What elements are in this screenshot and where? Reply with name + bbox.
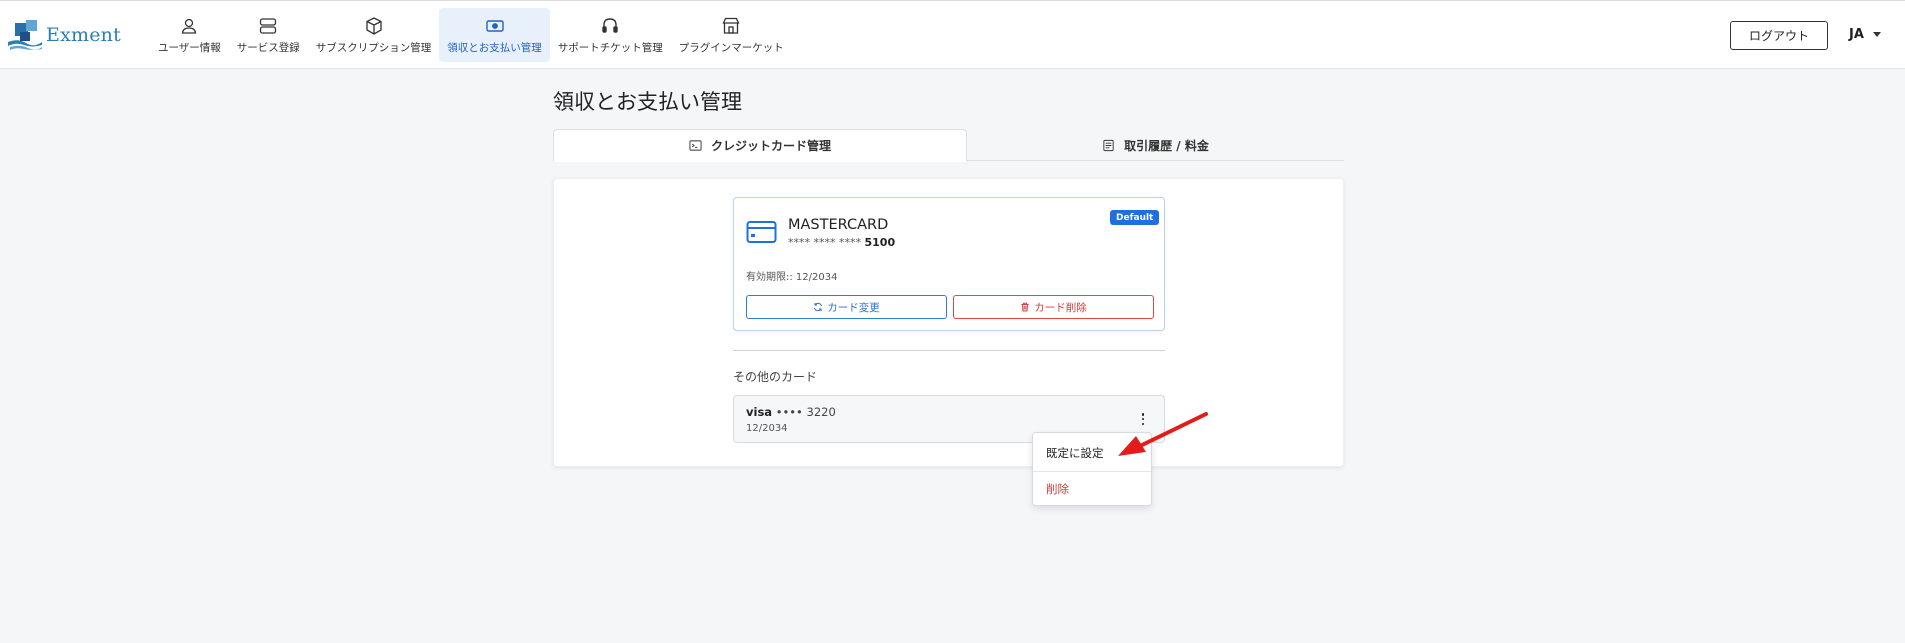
server-icon [260,17,277,34]
exment-logo-icon [8,20,42,50]
receipt-icon [1103,139,1114,151]
trash-icon [1021,302,1029,312]
change-card-button[interactable]: カード変更 [746,295,947,319]
other-card-masked: •••• [775,405,803,419]
nav-item-label: プラグインマーケット [678,41,784,54]
box-icon [365,16,382,35]
money-icon [485,19,504,32]
other-cards-title: その他のカード [733,370,818,384]
billing-tabs: クレジットカード管理 取引履歴 / 料金 [553,129,1344,162]
headset-icon [602,17,618,33]
nav-item-subscription[interactable]: サブスクリプション管理 [308,8,440,62]
section-divider [733,350,1165,351]
nav-item-plugin-market[interactable]: プラグインマーケット [671,8,792,62]
change-card-label: カード変更 [827,301,880,314]
main-nav: ユーザー情報 サービス登録 サブスクリプション管理 領収とお支払い管理 サポート… [150,8,792,64]
shop-icon [722,17,740,34]
nav-item-support-ticket[interactable]: サポートチケット管理 [550,8,671,62]
language-selector[interactable]: JA [1849,27,1881,42]
delete-card-button[interactable]: カード削除 [953,295,1154,319]
brand-logo[interactable]: Exment [6,17,124,53]
nav-item-label: サービス登録 [236,41,300,54]
other-card-last4: 3220 [806,405,836,419]
card-masked-digits: **** **** **** [788,236,861,249]
card-expiry: 有効期限:: 12/2034 [746,272,838,283]
logout-button[interactable]: ログアウト [1730,21,1828,50]
refresh-icon [814,302,823,312]
nav-item-service-registration[interactable]: サービス登録 [229,8,308,62]
card-brand: MASTERCARD [788,217,889,233]
card-last4: 5100 [864,236,896,249]
nav-item-label: サブスクリプション管理 [315,41,432,54]
other-card-brand: visa [746,405,773,419]
card-number: **** **** **** 5100 [788,236,895,249]
nav-item-label: 領収とお支払い管理 [447,41,542,54]
page-title: 領収とお支払い管理 [553,90,742,114]
nav-item-user-info[interactable]: ユーザー情報 [150,8,229,62]
top-header: Exment ユーザー情報 サービス登録 サブスクリプション管理 領収とお支払い… [0,0,1905,69]
default-card: MASTERCARD **** **** **** 5100 Default 有… [733,197,1165,331]
tab-transactions[interactable]: 取引履歴 / 料金 [967,129,1344,161]
annotation-arrow-icon [1118,412,1208,456]
tab-label: クレジットカード管理 [710,139,831,153]
tab-credit-card[interactable]: クレジットカード管理 [553,129,967,162]
nav-item-label: ユーザー情報 [158,41,221,54]
user-icon [182,18,197,34]
credit-card-icon [746,221,777,243]
delete-card-label: カード削除 [1034,301,1087,314]
chevron-down-icon [1872,32,1881,37]
brand-name: Exment [46,24,121,46]
other-card-expiry: 12/2034 [746,423,788,434]
default-badge: Default [1110,210,1160,225]
other-card-number: visa •••• 3220 [746,405,836,419]
nav-item-label: サポートチケット管理 [557,41,663,54]
tab-label: 取引履歴 / 料金 [1124,138,1209,153]
menu-divider [1033,471,1151,472]
nav-item-billing[interactable]: 領収とお支払い管理 [439,8,550,62]
delete-menu-item[interactable]: 削除 [1033,474,1151,504]
terminal-icon [689,140,702,151]
language-label: JA [1849,27,1864,42]
